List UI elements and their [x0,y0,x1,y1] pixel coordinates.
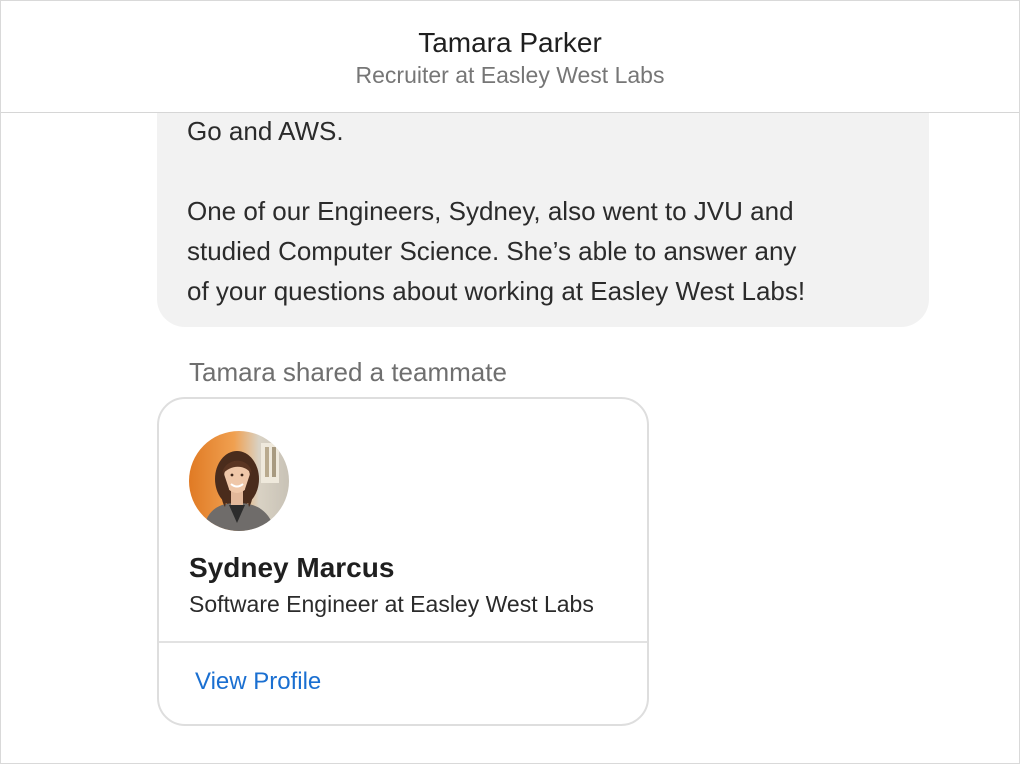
teammate-role: Software Engineer at Easley West Labs [189,591,594,617]
chat-window: Go and AWS. One of our Engineers, Sydney… [0,0,1020,764]
conversation-header: Tamara Parker Recruiter at Easley West L… [1,1,1019,113]
profile-photo-icon [189,431,289,531]
shared-teammate-label: Tamara shared a teammate [189,357,507,387]
contact-name[interactable]: Tamara Parker [1,27,1019,59]
message-thread[interactable]: Go and AWS. One of our Engineers, Sydney… [1,113,1019,763]
message-line: of your questions about working at Easle… [187,276,806,306]
view-profile-link[interactable]: View Profile [195,667,321,697]
teammate-name: Sydney Marcus [189,552,395,583]
message-bubble: Go and AWS. One of our Engineers, Sydney… [157,113,929,327]
contact-subtitle: Recruiter at Easley West Labs [355,62,665,88]
message-line: studied Computer Science. She’s able to … [187,236,797,266]
message-text-partial: Go and AWS. [187,116,344,146]
teammate-card[interactable]: Sydney Marcus Software Engineer at Easle… [157,397,649,726]
avatar[interactable] [189,431,289,531]
message-line: One of our Engineers, Sydney, also went … [187,196,794,226]
card-divider [159,641,647,643]
message-paragraph: One of our Engineers, Sydney, also went … [187,191,805,311]
